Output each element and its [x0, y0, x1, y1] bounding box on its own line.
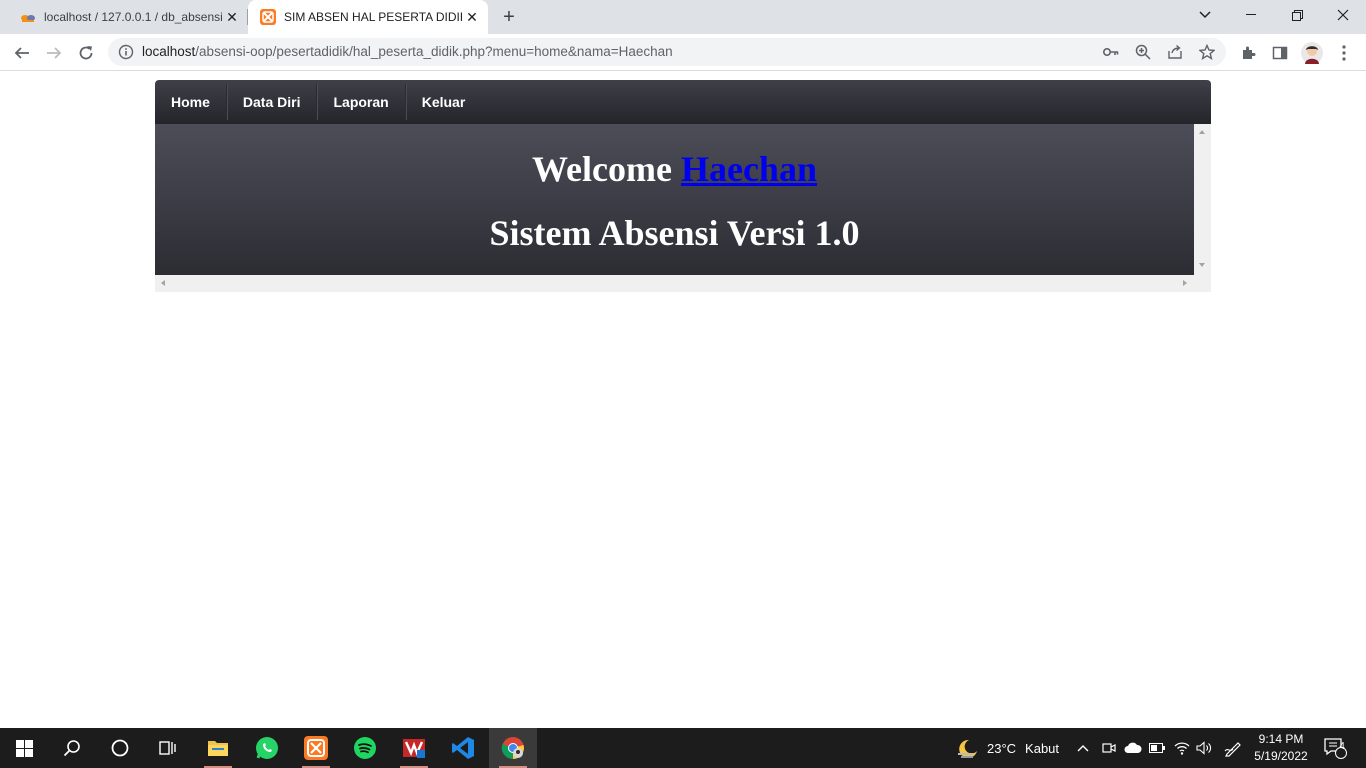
volume-icon[interactable]: [1196, 728, 1212, 768]
phpmyadmin-icon: [20, 9, 36, 25]
restore-icon[interactable]: [1274, 0, 1320, 30]
tab-title: localhost / 127.0.0.1 / db_absensi: [44, 10, 222, 24]
cortana-icon[interactable]: [96, 728, 144, 768]
moon-weather-icon: [958, 739, 977, 758]
share-icon[interactable]: [1166, 43, 1184, 61]
nav-data-diri[interactable]: Data Diri: [227, 84, 318, 120]
whatsapp-icon[interactable]: [243, 728, 291, 768]
clock-time: 9:14 PM: [1258, 732, 1304, 746]
windows-taskbar: 23°C Kabut 9:14 PM 5/19/2022 4: [0, 728, 1366, 768]
vscode-icon[interactable]: [439, 728, 487, 768]
vivaldi-notes-icon[interactable]: [390, 728, 438, 768]
nav-keluar[interactable]: Keluar: [406, 84, 482, 120]
welcome-heading: Welcome Haechan: [155, 148, 1194, 190]
weather-temperature: 23°C: [987, 740, 1017, 756]
spotify-icon[interactable]: [341, 728, 389, 768]
content-frame: Welcome Haechan Sistem Absensi Versi 1.0: [155, 124, 1211, 292]
tab-close-icon[interactable]: ✕: [222, 7, 242, 27]
file-explorer-icon[interactable]: [194, 728, 242, 768]
vertical-scrollbar[interactable]: [1194, 124, 1211, 275]
window-close-icon[interactable]: [1320, 0, 1366, 30]
extensions-puzzle-icon[interactable]: [1235, 40, 1261, 66]
task-view-icon[interactable]: [144, 728, 192, 768]
windows-start-icon[interactable]: [0, 728, 48, 768]
system-clock[interactable]: 9:14 PM 5/19/2022: [1252, 731, 1310, 765]
xampp-taskbar-icon[interactable]: [292, 728, 340, 768]
welcome-panel: Welcome Haechan Sistem Absensi Versi 1.0: [155, 124, 1194, 275]
scroll-up-arrow-icon[interactable]: [1199, 130, 1205, 134]
browser-tab-strip: localhost / 127.0.0.1 / db_absensi ✕ SIM…: [0, 0, 1366, 34]
notification-center-icon[interactable]: 4: [1323, 728, 1347, 768]
username-link[interactable]: Haechan: [681, 149, 817, 189]
nav-laporan[interactable]: Laporan: [317, 84, 406, 120]
wifi-icon[interactable]: [1174, 728, 1190, 768]
tab-phpmyadmin[interactable]: localhost / 127.0.0.1 / db_absensi ✕: [8, 0, 248, 34]
tab-sim-absen[interactable]: SIM ABSEN HAL PESERTA DIDIK ✕: [248, 0, 488, 34]
back-arrow-icon[interactable]: [9, 40, 35, 66]
password-key-icon[interactable]: [1102, 43, 1120, 61]
battery-icon[interactable]: [1149, 728, 1165, 768]
menu-kebab-icon[interactable]: [1331, 40, 1357, 66]
tab-search-chevron-icon[interactable]: [1182, 0, 1228, 30]
forward-arrow-icon[interactable]: [41, 40, 67, 66]
weather-description: Kabut: [1025, 740, 1060, 756]
system-title: Sistem Absensi Versi 1.0: [489, 213, 860, 253]
xampp-icon: [260, 9, 276, 25]
url-text[interactable]: localhost/absensi-oop/pesertadidik/hal_p…: [142, 44, 673, 59]
site-info-icon[interactable]: [118, 44, 134, 60]
reload-icon[interactable]: [73, 40, 99, 66]
scroll-right-arrow-icon[interactable]: [1183, 280, 1187, 286]
tab-title: SIM ABSEN HAL PESERTA DIDIK: [284, 10, 462, 24]
minimize-icon[interactable]: [1228, 0, 1274, 30]
weather-widget[interactable]: 23°C Kabut: [955, 728, 1059, 768]
tab-close-icon[interactable]: ✕: [462, 7, 482, 27]
main-navbar: Home Data Diri Laporan Keluar: [155, 80, 1211, 124]
horizontal-scrollbar[interactable]: [155, 275, 1194, 292]
notification-count-badge: 4: [1339, 741, 1345, 752]
new-tab-icon[interactable]: +: [498, 6, 520, 28]
show-hidden-icons-chevron-icon[interactable]: [1077, 728, 1089, 768]
onedrive-cloud-icon[interactable]: [1124, 728, 1142, 768]
chrome-taskbar-icon[interactable]: [489, 728, 537, 768]
zoom-icon[interactable]: [1134, 43, 1152, 61]
profile-avatar[interactable]: [1299, 40, 1325, 66]
welcome-prefix: Welcome: [532, 149, 672, 189]
address-bar[interactable]: localhost/absensi-oop/pesertadidik/hal_p…: [108, 38, 1226, 66]
scroll-down-arrow-icon[interactable]: [1199, 263, 1205, 267]
clock-date: 5/19/2022: [1254, 749, 1308, 763]
scroll-left-arrow-icon[interactable]: [161, 280, 165, 286]
pen-workspace-icon[interactable]: [1224, 728, 1242, 768]
search-icon[interactable]: [48, 728, 96, 768]
meet-now-icon[interactable]: [1102, 728, 1116, 768]
browser-toolbar: localhost/absensi-oop/pesertadidik/hal_p…: [0, 34, 1366, 71]
bookmark-star-icon[interactable]: [1198, 43, 1216, 61]
side-panel-icon[interactable]: [1267, 40, 1293, 66]
nav-home[interactable]: Home: [155, 84, 227, 120]
